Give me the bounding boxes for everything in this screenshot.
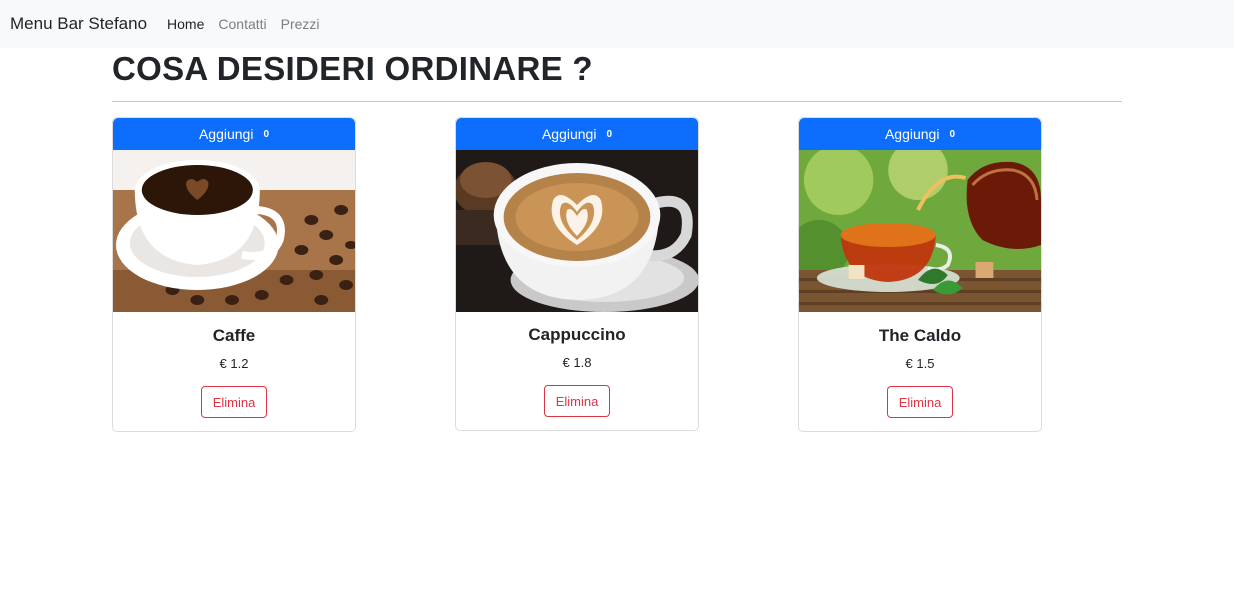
product-name: The Caldo (878, 326, 962, 345)
delete-button-the-caldo[interactable]: Elimina (887, 386, 953, 418)
add-button-cappuccino[interactable]: Aggiungi 0 (456, 118, 698, 150)
nav-link-prezzi[interactable]: Prezzi (281, 16, 320, 32)
product-price: € 1.8 (562, 355, 592, 370)
delete-button-cappuccino[interactable]: Elimina (544, 385, 610, 417)
add-button-label: Aggiungi (198, 126, 254, 142)
add-button-the-caldo[interactable]: Aggiungi 0 (799, 118, 1041, 150)
nav-link-home[interactable]: Home (167, 16, 204, 32)
quantity-badge: 0 (263, 128, 270, 140)
nav-link-contatti[interactable]: Contatti (218, 16, 266, 32)
navbar-brand[interactable]: Menu Bar Stefano (10, 14, 147, 34)
add-button-label: Aggiungi (884, 126, 940, 142)
product-name: Caffe (212, 326, 256, 345)
product-price: € 1.5 (905, 356, 935, 371)
hot-tea-photo (799, 150, 1041, 312)
delete-button-caffe[interactable]: Elimina (201, 386, 267, 418)
title-divider (112, 101, 1122, 102)
coffee-cup-photo (113, 150, 355, 312)
quantity-badge: 0 (606, 128, 613, 140)
cappuccino-photo (456, 150, 698, 312)
product-name: Cappuccino (528, 325, 626, 344)
product-card-caffe: Aggiungi 0 Caffe € 1.2 Elimina (112, 117, 356, 432)
product-price: € 1.2 (219, 356, 249, 371)
navbar: Menu Bar Stefano Home Contatti Prezzi (0, 0, 1234, 48)
quantity-badge: 0 (949, 128, 956, 140)
add-button-label: Aggiungi (541, 126, 597, 142)
page-title: COSA DESIDERI ORDINARE ? (112, 50, 593, 87)
add-button-caffe[interactable]: Aggiungi 0 (113, 118, 355, 150)
product-card-cappuccino: Aggiungi 0 Cappuccino € 1.8 Elimina (455, 117, 699, 431)
product-card-the-caldo: Aggiungi 0 The Caldo € 1.5 Elimina (798, 117, 1042, 432)
